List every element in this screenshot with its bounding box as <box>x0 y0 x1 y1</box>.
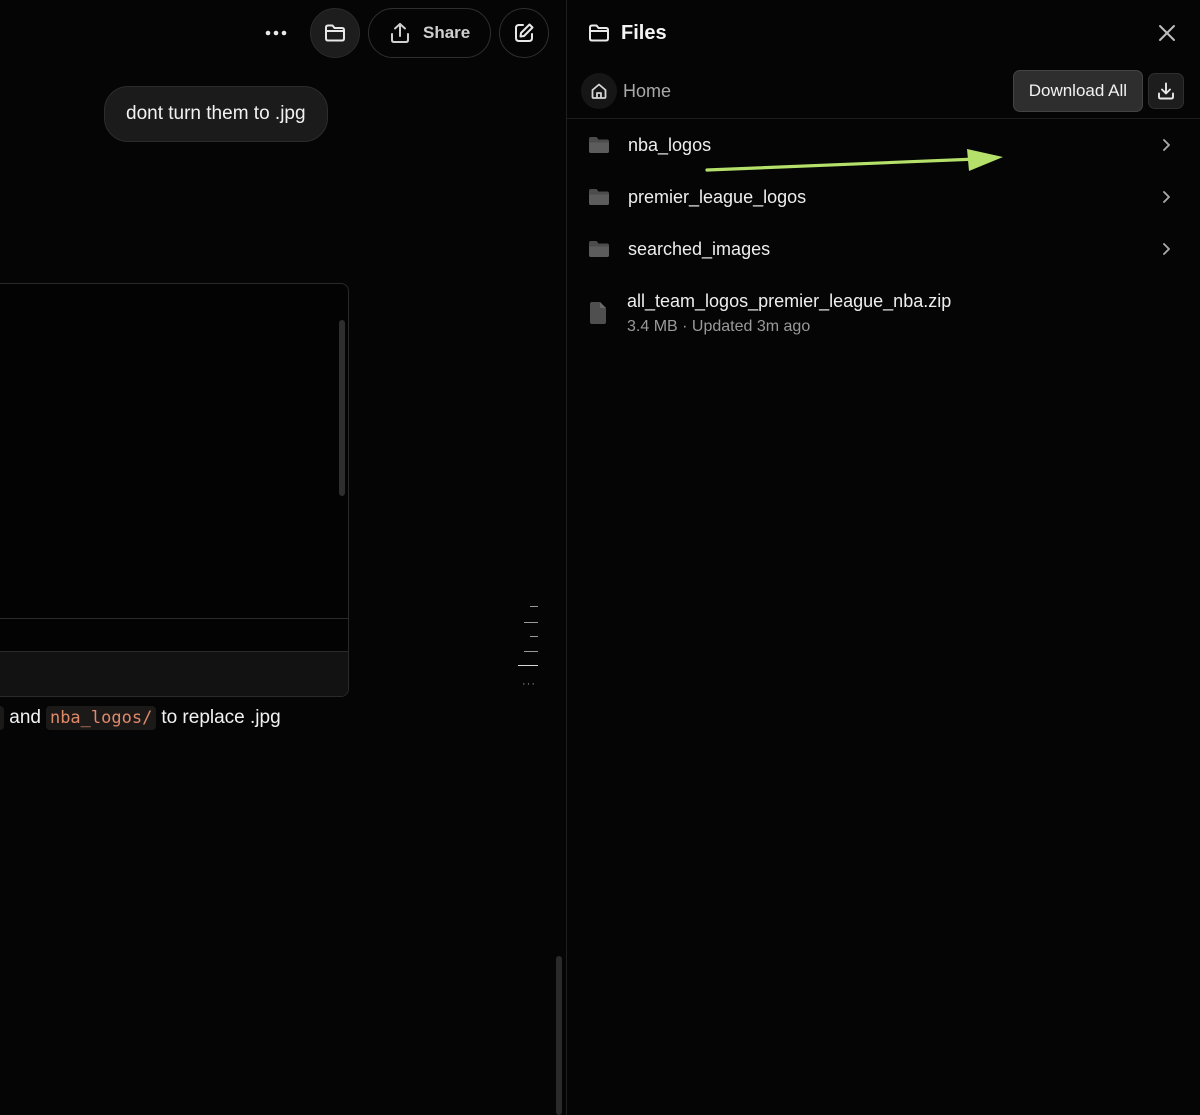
folder-name: premier_league_logos <box>628 186 807 207</box>
close-icon <box>1159 25 1175 41</box>
assistant-reply-text: / and nba_logos/ to replace .jpg <box>0 706 286 730</box>
share-button[interactable]: Share <box>368 8 492 58</box>
folder-icon <box>589 24 609 42</box>
file-info: all_team_logos_premier_league_nba.zip 3.… <box>627 291 951 336</box>
download-button[interactable] <box>1148 73 1184 109</box>
conversation-minimap[interactable]: ··· <box>516 604 540 690</box>
chevron-right-icon <box>1163 243 1170 255</box>
minimap-mark[interactable] <box>524 622 538 623</box>
reply-text-segment: to replace .jpg <box>161 707 281 728</box>
close-button[interactable] <box>1154 20 1180 46</box>
code-scrollbar[interactable] <box>339 320 345 496</box>
more-icon <box>265 30 287 36</box>
inline-code: nba_logos/ <box>45 706 157 730</box>
files-toggle-button[interactable] <box>310 8 360 58</box>
breadcrumb-home[interactable]: Home <box>581 73 671 109</box>
file-row[interactable]: all_team_logos_premier_league_nba.zip 3.… <box>567 275 1200 351</box>
folder-name: searched_images <box>628 238 771 259</box>
files-header: Files <box>588 18 1180 48</box>
files-panel: Files Home Download All nba_logos premie… <box>566 0 1200 1115</box>
chat-pane: Share dont turn them to .jpg / and nba_l… <box>0 0 566 1115</box>
folder-row[interactable]: searched_images <box>567 223 1200 275</box>
minimap-mark-active[interactable] <box>518 665 538 666</box>
edit-icon <box>515 23 534 42</box>
user-message-bubble: dont turn them to .jpg <box>104 86 328 142</box>
home-button[interactable] <box>581 73 617 109</box>
folder-icon <box>589 241 609 257</box>
breadcrumb: Home Download All <box>581 70 1184 172</box>
folder-row[interactable]: premier_league_logos <box>567 171 1200 223</box>
folder-icon <box>589 189 609 205</box>
reply-text-segment: and <box>9 707 41 728</box>
chat-toolbar: Share <box>250 8 550 58</box>
download-all-button[interactable]: Download All <box>1012 70 1143 112</box>
folder-icon <box>325 24 345 42</box>
minimap-mark[interactable] <box>530 606 538 607</box>
home-icon <box>591 83 607 99</box>
share-icon <box>391 23 409 43</box>
code-footer <box>0 652 348 696</box>
minimap-more-icon: ··· <box>522 678 536 690</box>
folder-icon <box>589 137 609 153</box>
minimap-mark[interactable] <box>530 636 538 637</box>
chevron-right-icon <box>1163 191 1170 203</box>
file-name: all_team_logos_premier_league_nba.zip <box>627 291 952 311</box>
chevron-right-icon <box>1163 139 1170 151</box>
files-title: Files <box>621 21 667 44</box>
folder-row[interactable]: nba_logos <box>567 119 1200 171</box>
download-icon <box>1158 82 1174 100</box>
code-block <box>0 283 349 697</box>
page-scrollbar[interactable] <box>556 956 562 1115</box>
breadcrumb-home-label[interactable]: Home <box>623 81 671 102</box>
new-chat-button[interactable] <box>499 8 550 58</box>
file-meta: 3.4 MB · Updated 3m ago <box>627 318 811 335</box>
share-label: Share <box>423 23 471 42</box>
download-all-label: Download All <box>1028 81 1127 100</box>
folder-name: nba_logos <box>628 134 712 155</box>
file-list: nba_logos premier_league_logos searched_… <box>567 119 1200 351</box>
minimap-mark[interactable] <box>524 651 538 652</box>
user-message-text: dont turn them to .jpg <box>126 103 306 124</box>
file-icon <box>590 302 606 324</box>
more-options-button[interactable] <box>250 8 302 58</box>
code-divider <box>0 618 348 619</box>
